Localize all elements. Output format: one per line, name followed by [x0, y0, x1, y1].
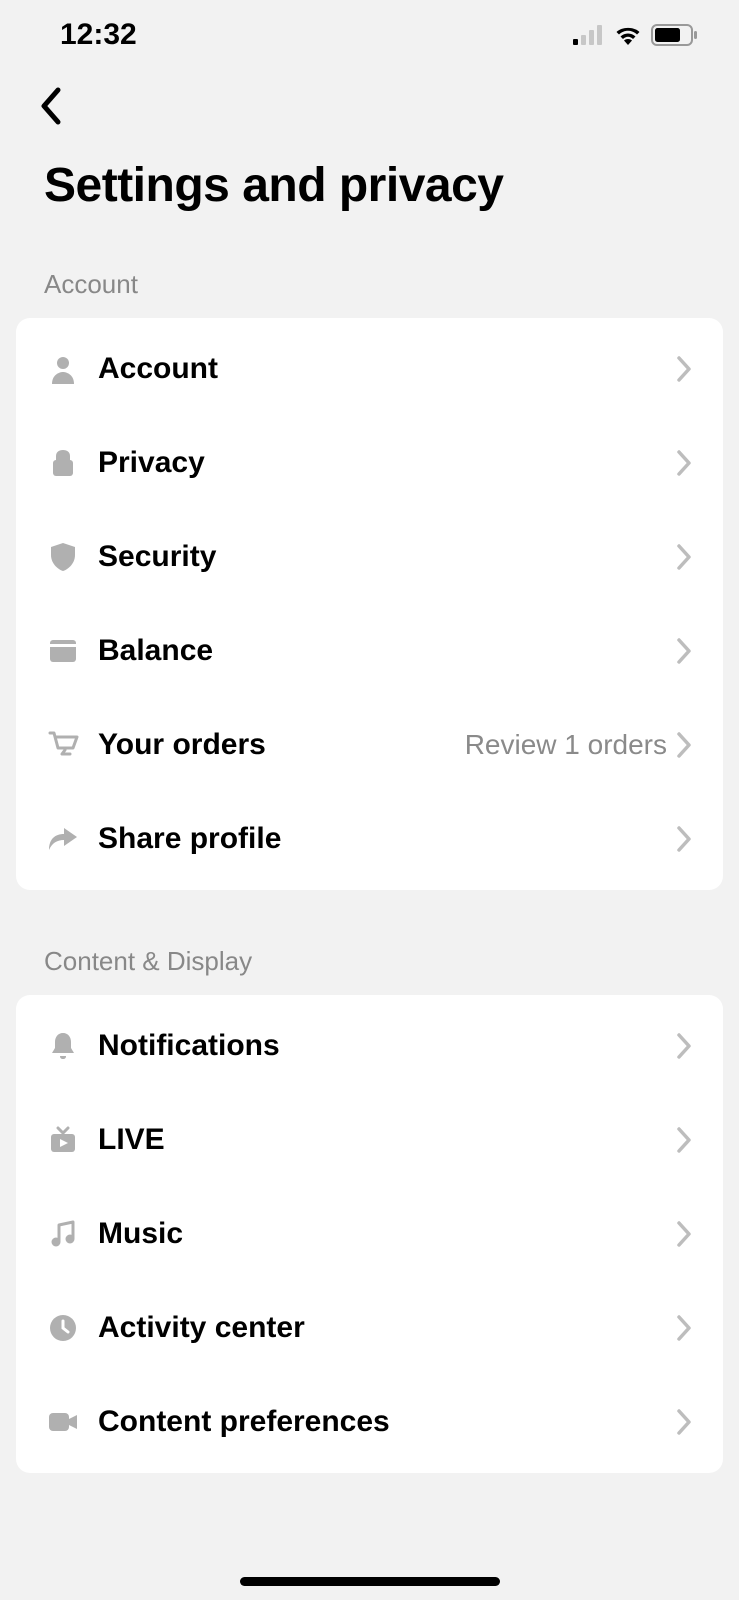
- row-label: Security: [98, 540, 675, 574]
- row-live[interactable]: LIVE: [16, 1093, 723, 1187]
- row-share-profile[interactable]: Share profile: [16, 792, 723, 886]
- row-label: Music: [98, 1217, 675, 1251]
- chevron-right-icon: [675, 355, 693, 383]
- cellular-signal-icon: [573, 25, 605, 45]
- back-button[interactable]: [28, 84, 72, 128]
- row-label: Content preferences: [98, 1405, 675, 1439]
- video-icon: [46, 1405, 80, 1439]
- row-balance[interactable]: Balance: [16, 604, 723, 698]
- row-your-orders[interactable]: Your orders Review 1 orders: [16, 698, 723, 792]
- music-note-icon: [46, 1217, 80, 1251]
- row-label: Privacy: [98, 446, 675, 480]
- status-icons: [573, 24, 699, 46]
- person-icon: [46, 352, 80, 386]
- lock-icon: [46, 446, 80, 480]
- card-account: Account Privacy Security Balance Your or…: [16, 318, 723, 890]
- clock-icon: [46, 1311, 80, 1345]
- chevron-right-icon: [675, 449, 693, 477]
- chevron-right-icon: [675, 1126, 693, 1154]
- row-notifications[interactable]: Notifications: [16, 999, 723, 1093]
- page-title: Settings and privacy: [0, 128, 739, 213]
- row-music[interactable]: Music: [16, 1187, 723, 1281]
- chevron-right-icon: [675, 1220, 693, 1248]
- row-content-preferences[interactable]: Content preferences: [16, 1375, 723, 1469]
- row-label: Account: [98, 352, 675, 386]
- row-label: Activity center: [98, 1311, 675, 1345]
- row-label: LIVE: [98, 1123, 675, 1157]
- tv-icon: [46, 1123, 80, 1157]
- status-time: 12:32: [60, 18, 137, 52]
- chevron-right-icon: [675, 543, 693, 571]
- row-privacy[interactable]: Privacy: [16, 416, 723, 510]
- home-indicator[interactable]: [240, 1577, 500, 1586]
- row-label: Notifications: [98, 1029, 675, 1063]
- section-header-account: Account: [0, 213, 739, 318]
- chevron-right-icon: [675, 1408, 693, 1436]
- row-detail: Review 1 orders: [465, 729, 667, 761]
- share-icon: [46, 822, 80, 856]
- shield-icon: [46, 540, 80, 574]
- chevron-right-icon: [675, 731, 693, 759]
- chevron-right-icon: [675, 1032, 693, 1060]
- bell-icon: [46, 1029, 80, 1063]
- section-header-content-display: Content & Display: [0, 890, 739, 995]
- wifi-icon: [613, 24, 643, 46]
- status-bar: 12:32: [0, 0, 739, 70]
- chevron-left-icon: [39, 87, 61, 125]
- row-label: Your orders: [98, 728, 465, 762]
- battery-icon: [651, 24, 699, 46]
- card-content-display: Notifications LIVE Music Activity center…: [16, 995, 723, 1473]
- row-activity-center[interactable]: Activity center: [16, 1281, 723, 1375]
- cart-icon: [46, 728, 80, 762]
- chevron-right-icon: [675, 825, 693, 853]
- row-label: Balance: [98, 634, 675, 668]
- chevron-right-icon: [675, 637, 693, 665]
- chevron-right-icon: [675, 1314, 693, 1342]
- wallet-icon: [46, 634, 80, 668]
- row-account[interactable]: Account: [16, 322, 723, 416]
- row-label: Share profile: [98, 822, 675, 856]
- row-security[interactable]: Security: [16, 510, 723, 604]
